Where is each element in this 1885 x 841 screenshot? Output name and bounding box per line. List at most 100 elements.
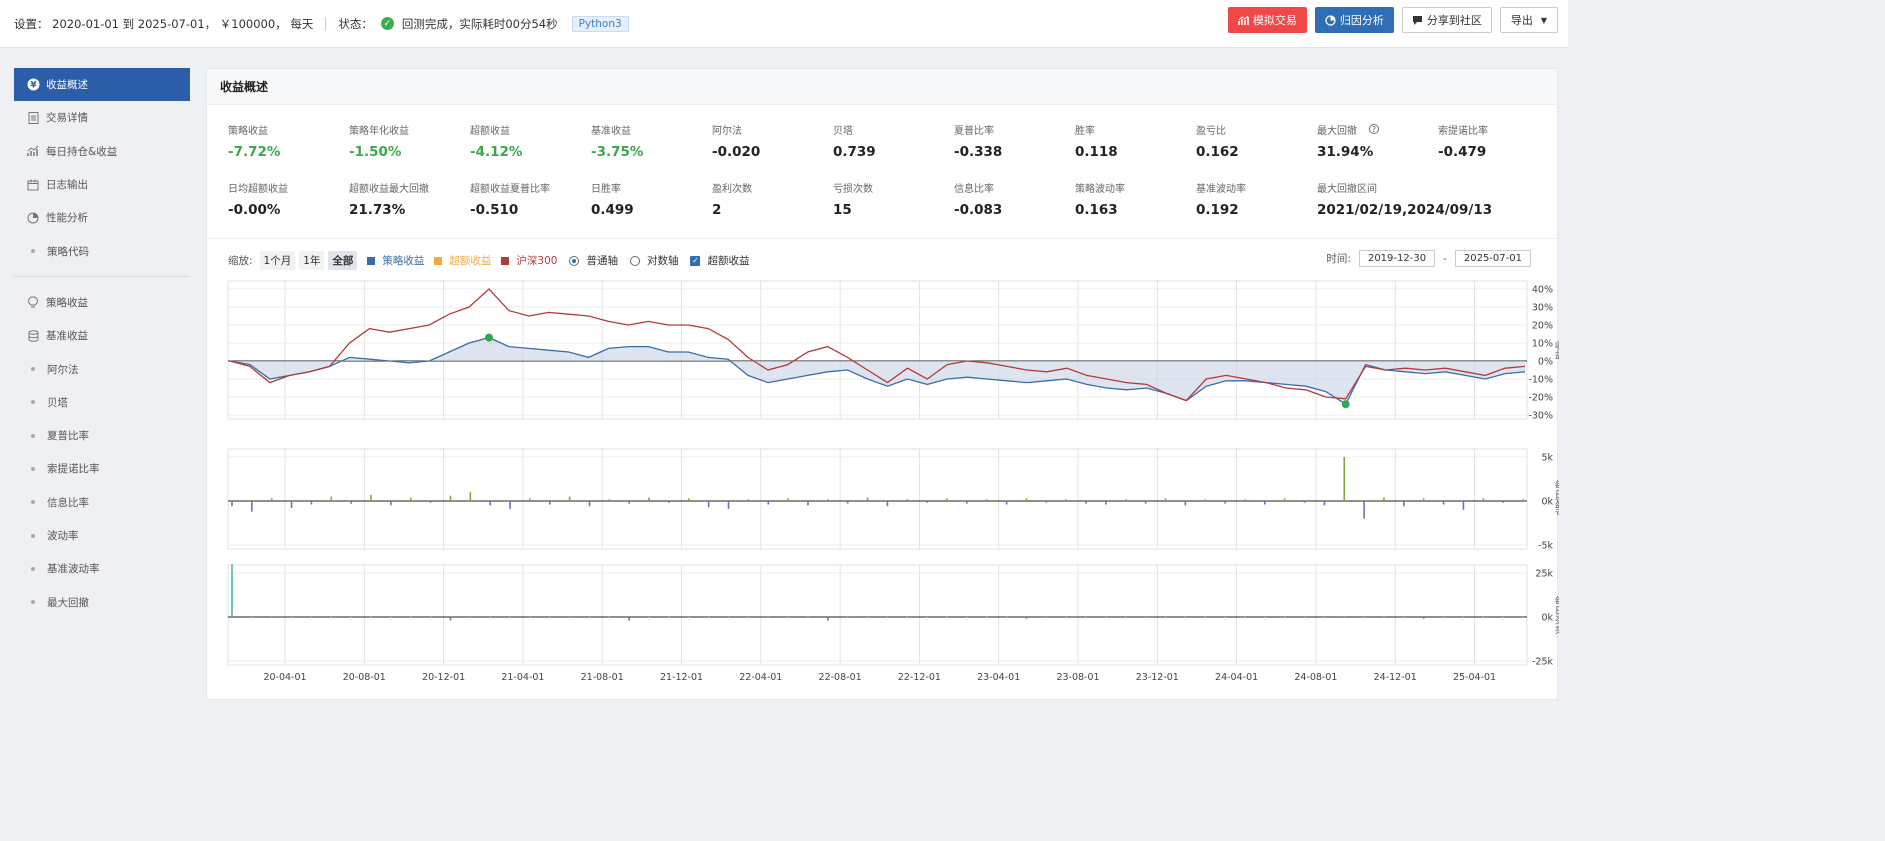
trend-chart-icon xyxy=(26,144,40,158)
bar xyxy=(827,617,829,621)
bar xyxy=(330,496,333,501)
bar xyxy=(668,617,670,618)
bar xyxy=(231,564,233,617)
metric-value: 0.163 xyxy=(1075,202,1118,218)
sidebar-item-label: 每日持仓&收益 xyxy=(46,145,118,158)
pie-chart-icon xyxy=(1325,14,1336,26)
top-bar: 设置： 2020-01-01 到 2025-07-01， ￥100000， 每天… xyxy=(0,0,1568,48)
export-button[interactable]: 导出 ▼ xyxy=(1499,7,1558,33)
bar xyxy=(807,617,809,618)
divider xyxy=(325,16,327,31)
bar xyxy=(469,617,472,618)
sidebar-item-sharpe[interactable]: 夏普比率 xyxy=(14,419,190,452)
x-tick-label: 22-04-01 xyxy=(739,672,782,683)
sidebar-item-alpha[interactable]: 阿尔法 xyxy=(14,352,190,385)
excess-return-checkbox[interactable]: ✓ xyxy=(690,255,701,266)
metric-value: 21.73% xyxy=(349,202,406,218)
sidebar-item-benchmark-volatility[interactable]: 基准波动率 xyxy=(14,552,190,585)
x-tick-label: 22-08-01 xyxy=(819,672,862,683)
sidebar-item-max-drawdown[interactable]: 最大回撤 xyxy=(14,585,190,618)
simulate-trade-button[interactable]: 模拟交易 xyxy=(1227,7,1307,33)
sidebar-item-return-overview[interactable]: ¥ 收益概述 xyxy=(14,68,190,102)
sidebar-item-trade-details[interactable]: 交易详情 xyxy=(14,101,190,134)
bar xyxy=(290,617,293,618)
legend-benchmark[interactable]: 沪深300 xyxy=(516,253,557,268)
sidebar-item-label: 最大回撤 xyxy=(47,596,89,609)
x-tick-label: 23-12-01 xyxy=(1136,672,1179,683)
log-axis-radio[interactable] xyxy=(629,255,640,266)
sidebar-item-volatility[interactable]: 波动率 xyxy=(14,519,190,552)
sidebar-item-log-output[interactable]: 日志输出 xyxy=(14,168,190,201)
sidebar-item-daily-positions[interactable]: 每日持仓&收益 xyxy=(14,135,190,168)
metric-value: -1.50% xyxy=(349,144,402,160)
share-community-button[interactable]: 分享到社区 xyxy=(1401,7,1492,33)
bar xyxy=(1105,501,1107,505)
yen-icon: ¥ xyxy=(26,78,40,92)
zoom-all-button[interactable]: 全部 xyxy=(328,251,358,270)
legend-strategy[interactable]: 策略收益 xyxy=(382,253,424,268)
bar xyxy=(727,501,730,509)
sidebar-item-benchmark-return[interactable]: 基准收益 xyxy=(14,319,190,352)
bar xyxy=(1343,617,1346,618)
zoom-1-year-button[interactable]: 1年 xyxy=(299,251,325,270)
simulate-trade-label: 模拟交易 xyxy=(1252,14,1297,27)
bar xyxy=(350,501,352,504)
metric-value: -0.083 xyxy=(954,202,1003,218)
sidebar-item-strategy-code[interactable]: 策略代码 xyxy=(14,234,190,267)
metric-metrics_row1-7: 胜率 0.118 xyxy=(1075,122,1196,160)
panel-title: 收益概述 xyxy=(207,69,1557,105)
zoom-label: 缩放: xyxy=(228,255,253,267)
bar xyxy=(608,499,611,501)
chart-controls: 缩放: 1个月 1年 全部 策略收益 超额收益 沪深300 普通轴 对数轴 ✓ … xyxy=(228,251,749,270)
main-panel: 收益概述 策略收益 -7.72% 策略年化收益 -1.50% 超额收益 -4.12% 基准收… xyxy=(206,68,1559,700)
sidebar-item-performance[interactable]: 性能分析 xyxy=(14,201,190,234)
bar xyxy=(370,617,372,618)
date-from-input[interactable]: 2019-12-30 xyxy=(1358,250,1436,267)
bar xyxy=(946,498,948,501)
zoom-1-month-button[interactable]: 1个月 xyxy=(259,251,296,270)
y-tick-label: 25k xyxy=(1535,569,1553,580)
metric-value: -4.12% xyxy=(470,144,523,160)
metric-value: 2021/02/19,2024/09/13 xyxy=(1317,202,1493,218)
sidebar-item-label: 基准波动率 xyxy=(47,563,100,576)
metric-metrics_row1-6: 夏普比率 -0.338 xyxy=(954,122,1075,160)
sidebar-item-label: 收益概述 xyxy=(46,79,88,92)
bar xyxy=(469,492,472,501)
metric-label: 索提诺比率 xyxy=(1438,126,1488,137)
legend-excess[interactable]: 超额收益 xyxy=(449,253,491,268)
sidebar-item-beta[interactable]: 贝塔 xyxy=(14,386,190,419)
check-circle-icon: ✓ xyxy=(380,17,394,30)
y-tick-label: -5k xyxy=(1538,541,1553,552)
bar xyxy=(251,617,253,618)
help-icon[interactable]: ? xyxy=(1369,124,1379,134)
log-axis-label: 对数轴 xyxy=(646,255,679,267)
metric-label: 超额收益最大回撤 xyxy=(349,184,429,195)
bullet-icon xyxy=(31,367,35,372)
metric-label: 基准波动率 xyxy=(1196,184,1246,195)
bar xyxy=(409,497,412,501)
bar xyxy=(1065,499,1067,501)
bar xyxy=(1144,617,1147,618)
bar xyxy=(568,496,571,501)
attribution-button[interactable]: 归因分析 xyxy=(1314,7,1394,33)
bar xyxy=(449,617,452,621)
bar xyxy=(1124,617,1127,618)
normal-axis-radio[interactable] xyxy=(569,255,580,266)
x-tick-label: 23-04-01 xyxy=(977,672,1020,683)
charts-area[interactable]: 40%30%20%10%0%-10%-20%-30%收益5k0k-5k每日盈亏2… xyxy=(207,279,1559,699)
date-to-input[interactable]: 2025-07-01 xyxy=(1454,250,1531,267)
bar xyxy=(787,498,789,501)
sidebar-item-label: 波动率 xyxy=(47,530,79,542)
bar xyxy=(1204,499,1207,501)
sidebar-item-information-ratio[interactable]: 信息比率 xyxy=(14,486,190,519)
bar xyxy=(1343,457,1346,501)
sidebar-item-strategy-return[interactable]: 策略收益 xyxy=(14,286,190,319)
metric-value: -0.510 xyxy=(470,202,519,218)
bar xyxy=(1383,617,1385,618)
metric-metrics_row2-3: 日胜率 0.499 xyxy=(591,180,712,218)
sidebar-item-sortino[interactable]: 索提诺比率 xyxy=(14,452,190,485)
status-text: 回测完成，实际耗时00分54秒 xyxy=(401,16,558,31)
metric-metrics_row1-2: 超额收益 -4.12% xyxy=(470,122,591,160)
x-tick-label: 21-08-01 xyxy=(581,672,624,683)
metric-value: 15 xyxy=(833,202,852,218)
